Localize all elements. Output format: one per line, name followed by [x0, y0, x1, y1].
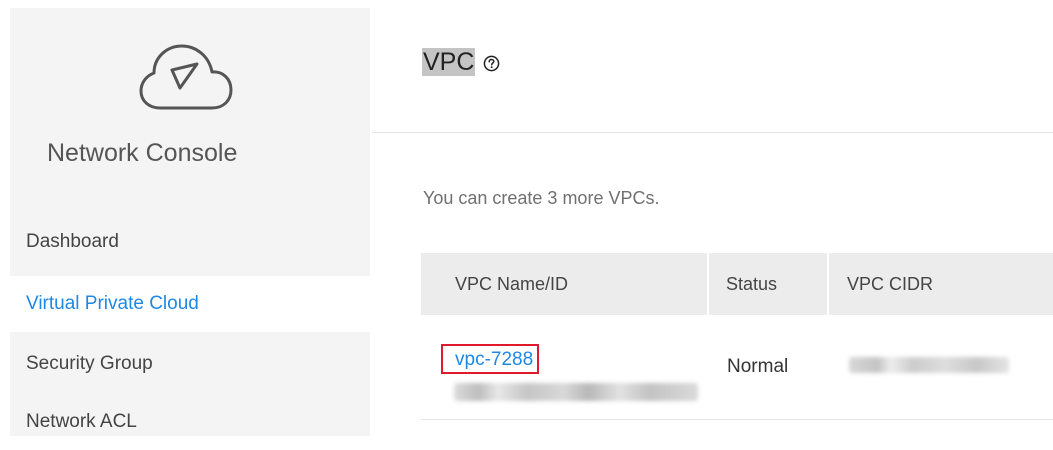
column-header-vpc-cidr[interactable]: VPC CIDR: [829, 253, 1053, 315]
redacted-vpc-id: [454, 383, 698, 401]
page-title-text: VPC: [422, 48, 476, 76]
sidebar-item-virtual-private-cloud[interactable]: Virtual Private Cloud: [10, 276, 370, 332]
column-header-status[interactable]: Status: [709, 253, 829, 315]
page-title: VPC: [422, 46, 500, 78]
vpc-name-link[interactable]: vpc-7288: [441, 344, 540, 374]
sidebar-item-network-acl[interactable]: Network ACL: [10, 394, 370, 450]
cell-status: Normal: [727, 356, 789, 377]
cloud-icon: [139, 44, 233, 110]
cell-vpc-cidr: [829, 315, 1053, 419]
quota-text: You can create 3 more VPCs.: [423, 188, 660, 208]
cell-vpc-name: vpc-7288: [421, 315, 709, 419]
table-header: VPC Name/ID Status VPC CIDR: [421, 253, 1053, 315]
table-row: vpc-7288 Normal: [421, 315, 1053, 420]
help-circle-icon[interactable]: [483, 55, 500, 72]
sidebar-item-security-group[interactable]: Security Group: [10, 336, 370, 392]
vpc-table: VPC Name/ID Status VPC CIDR vpc-7288 Nor…: [421, 253, 1053, 420]
sidebar: Network Console Dashboard Virtual Privat…: [10, 8, 370, 436]
header-divider: [372, 132, 1053, 133]
sidebar-item-dashboard[interactable]: Dashboard: [10, 214, 370, 270]
redacted-vpc-cidr: [849, 357, 1009, 373]
column-header-vpc-name[interactable]: VPC Name/ID: [421, 253, 709, 315]
console-title: Network Console: [47, 139, 238, 167]
